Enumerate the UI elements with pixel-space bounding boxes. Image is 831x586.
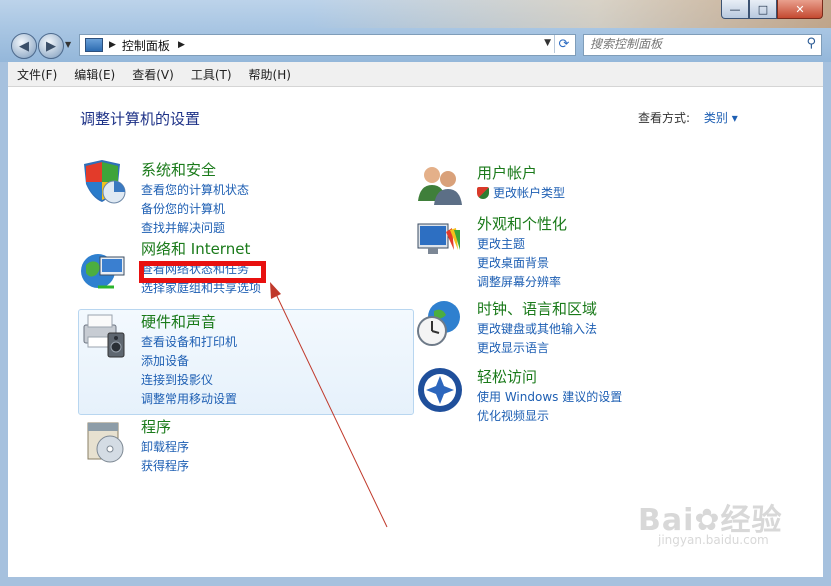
link-desktop-background[interactable]: 更改桌面背景 (477, 254, 567, 273)
category-ease-of-access: 轻松访问 使用 Windows 建议的设置 优化视频显示 (477, 366, 622, 426)
category-title-hardware-sound[interactable]: 硬件和声音 (141, 311, 237, 332)
menu-help[interactable]: 帮助(H) (240, 66, 299, 83)
menu-view[interactable]: 查看(V) (123, 66, 182, 83)
globe-network-icon (81, 254, 125, 289)
link-mobility-settings[interactable]: 调整常用移动设置 (141, 390, 237, 409)
window-frame-bottom (0, 577, 831, 586)
monitor-palette-icon (417, 223, 460, 254)
view-by-dropdown[interactable]: 类别 ▾ (704, 111, 738, 125)
control-panel-content: 调整计算机的设置 查看方式: 类别 ▾ 系统和安全 查看您的计算机状态 备份您的… (8, 87, 823, 577)
back-button[interactable]: ◀ (11, 33, 37, 59)
maximize-button[interactable]: □ (749, 0, 777, 19)
link-troubleshoot[interactable]: 查找并解决问题 (141, 219, 249, 238)
link-get-programs[interactable]: 获得程序 (141, 457, 189, 476)
window-chrome: — □ ✕ ◀ ▶ ▼ ▶ 控制面板 ▶ ▼ ⟳ ⚲ (0, 0, 831, 62)
address-dropdown-icon[interactable]: ▼ (544, 38, 551, 48)
link-check-computer-status[interactable]: 查看您的计算机状态 (141, 181, 249, 200)
watermark-url: jingyan.baidu.com (658, 533, 769, 547)
category-title-user-accounts[interactable]: 用户帐户 (477, 162, 565, 183)
link-uninstall-program[interactable]: 卸载程序 (141, 438, 189, 457)
link-keyboard-input[interactable]: 更改键盘或其他输入法 (477, 320, 597, 339)
minimize-button[interactable]: — (721, 0, 749, 19)
breadcrumb-control-panel[interactable]: 控制面板 (122, 37, 170, 54)
link-screen-resolution[interactable]: 调整屏幕分辨率 (477, 273, 567, 292)
link-optimize-display[interactable]: 优化视频显示 (477, 407, 622, 426)
window-controls: — □ ✕ (721, 0, 823, 19)
address-bar[interactable]: ▶ 控制面板 ▶ ▼ ⟳ (79, 34, 576, 56)
link-change-theme[interactable]: 更改主题 (477, 235, 567, 254)
uac-shield-icon (477, 187, 489, 199)
search-icon[interactable]: ⚲ (806, 36, 816, 51)
arrow-right-icon: ▶ (46, 38, 56, 54)
annotation-highlight-box (139, 261, 266, 283)
arrow-left-icon: ◀ (19, 38, 29, 54)
search-input[interactable] (584, 35, 790, 53)
recent-pages-dropdown[interactable]: ▼ (65, 40, 71, 49)
clock-globe-icon (417, 301, 460, 346)
category-title-appearance[interactable]: 外观和个性化 (477, 213, 567, 234)
control-panel-icon (85, 38, 103, 52)
close-button[interactable]: ✕ (777, 0, 823, 19)
baidu-watermark: Bai✿经验 jingyan.baidu.com (638, 495, 783, 547)
category-programs: 程序 卸载程序 获得程序 (141, 416, 189, 476)
link-change-account-type[interactable]: 更改帐户类型 (477, 184, 565, 203)
category-title-network-internet[interactable]: 网络和 Internet (141, 238, 261, 259)
breadcrumb-chevron-icon[interactable]: ▶ (178, 40, 185, 50)
link-display-language[interactable]: 更改显示语言 (477, 339, 597, 358)
category-clock-language-region: 时钟、语言和区域 更改键盘或其他输入法 更改显示语言 (477, 298, 597, 358)
category-system-security: 系统和安全 查看您的计算机状态 备份您的计算机 查找并解决问题 (141, 159, 249, 238)
link-windows-recommended-settings[interactable]: 使用 Windows 建议的设置 (477, 388, 622, 407)
breadcrumb-separator-icon[interactable]: ▶ (109, 40, 116, 50)
menu-file[interactable]: 文件(F) (8, 66, 65, 83)
category-title-clock-language-region[interactable]: 时钟、语言和区域 (477, 298, 597, 319)
hover-highlight (78, 309, 414, 415)
menu-bar: 文件(F) 编辑(E) 查看(V) 工具(T) 帮助(H) (8, 62, 823, 87)
category-title-programs[interactable]: 程序 (141, 416, 189, 437)
refresh-icon[interactable]: ⟳ (554, 35, 573, 53)
accessibility-icon (418, 368, 462, 412)
window-frame-right (823, 62, 831, 586)
view-by: 查看方式: 类别 ▾ (638, 109, 738, 126)
link-add-device[interactable]: 添加设备 (141, 352, 237, 371)
category-hardware-sound: 硬件和声音 查看设备和打印机 添加设备 连接到投影仪 调整常用移动设置 (141, 311, 237, 409)
view-by-label: 查看方式: (638, 111, 691, 125)
printer-speaker-icon (83, 314, 125, 358)
link-connect-projector[interactable]: 连接到投影仪 (141, 371, 237, 390)
menu-edit[interactable]: 编辑(E) (65, 66, 123, 83)
window-frame-left (0, 62, 8, 586)
users-icon (418, 167, 462, 205)
category-title-system-security[interactable]: 系统和安全 (141, 159, 249, 180)
link-devices-printers[interactable]: 查看设备和打印机 (141, 333, 237, 352)
shield-chart-icon (84, 160, 126, 204)
program-disc-icon (87, 422, 124, 463)
category-title-ease-of-access[interactable]: 轻松访问 (477, 366, 622, 387)
page-title: 调整计算机的设置 (80, 110, 201, 128)
category-appearance: 外观和个性化 更改主题 更改桌面背景 调整屏幕分辨率 (477, 213, 567, 292)
forward-button[interactable]: ▶ (38, 33, 64, 59)
category-user-accounts: 用户帐户 更改帐户类型 (477, 162, 565, 203)
link-backup-computer[interactable]: 备份您的计算机 (141, 200, 249, 219)
search-box[interactable]: ⚲ (583, 34, 822, 56)
menu-tools[interactable]: 工具(T) (182, 66, 240, 83)
